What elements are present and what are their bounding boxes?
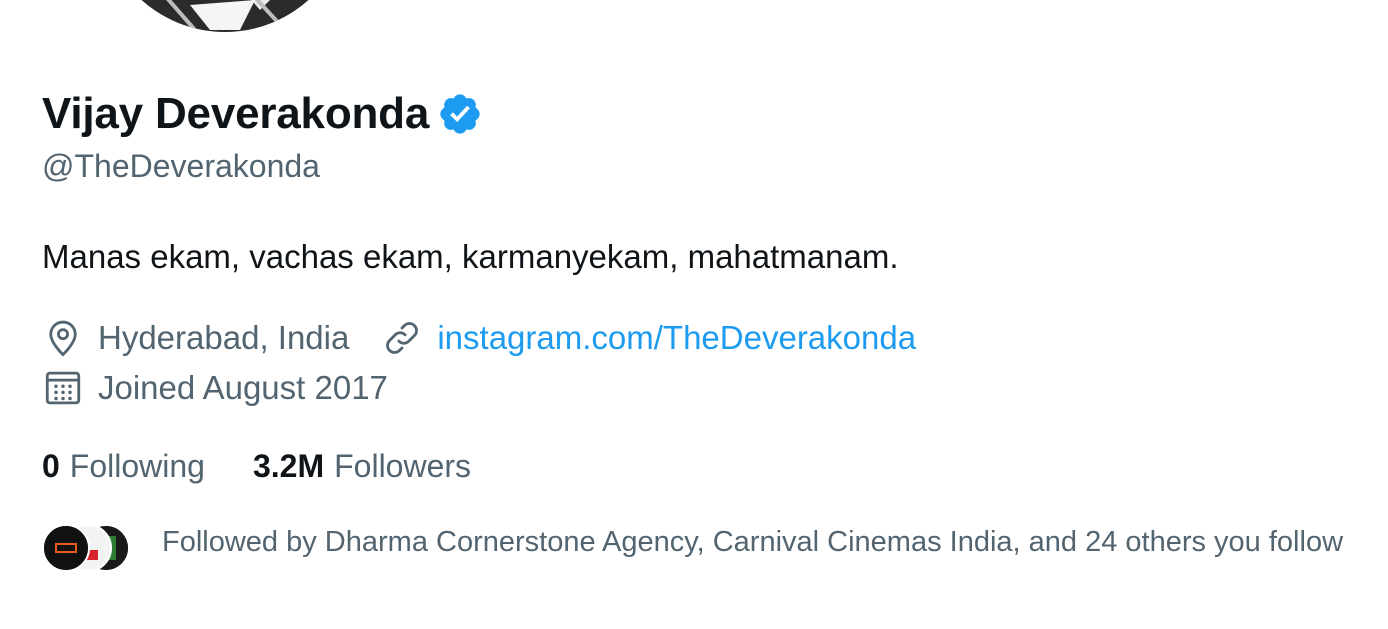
profile-avatar[interactable] bbox=[100, 0, 350, 32]
calendar-icon bbox=[42, 367, 84, 409]
profile-header: Vijay Deverakonda @TheDeverakonda Manas … bbox=[0, 0, 1388, 629]
profile-handle: @TheDeverakonda bbox=[42, 148, 320, 184]
website-link[interactable]: instagram.com/TheDeverakonda bbox=[437, 319, 916, 357]
location-text: Hyderabad, India bbox=[98, 319, 350, 356]
joined-row: Joined August 2017 bbox=[42, 366, 388, 410]
following-stat[interactable]: 0 Following bbox=[42, 448, 205, 485]
followers-stat[interactable]: 3.2M Followers bbox=[253, 448, 471, 485]
follower-avatar-stack bbox=[42, 524, 142, 574]
website-item[interactable]: instagram.com/TheDeverakonda bbox=[381, 317, 916, 359]
display-name: Vijay Deverakonda bbox=[42, 89, 430, 138]
link-icon bbox=[381, 317, 423, 359]
location-item: Hyderabad, India bbox=[42, 317, 349, 359]
joined-item: Joined August 2017 bbox=[42, 367, 388, 409]
name-row: Vijay Deverakonda bbox=[42, 84, 483, 144]
location-pin-icon bbox=[42, 317, 84, 359]
follow-stats: 0 Following 3.2M Followers bbox=[42, 448, 471, 485]
following-count: 0 bbox=[42, 448, 60, 484]
verified-badge-icon[interactable] bbox=[437, 91, 483, 137]
follower-avatar-dca bbox=[42, 524, 90, 572]
profile-bio: Manas ekam, vachas ekam, karmanyekam, ma… bbox=[42, 238, 899, 275]
profile-meta-row: Hyderabad, India instagram.com/TheDevera… bbox=[42, 316, 916, 360]
following-label: Following bbox=[69, 448, 205, 484]
followers-count: 3.2M bbox=[252, 448, 325, 484]
followed-by-text[interactable]: Followed by Dharma Cornerstone Agency, C… bbox=[162, 522, 1388, 562]
joined-text: Joined August 2017 bbox=[98, 369, 388, 406]
followed-by-section[interactable]: Followed by Dharma Cornerstone Agency, C… bbox=[42, 522, 1388, 574]
followers-label: Followers bbox=[334, 448, 472, 484]
